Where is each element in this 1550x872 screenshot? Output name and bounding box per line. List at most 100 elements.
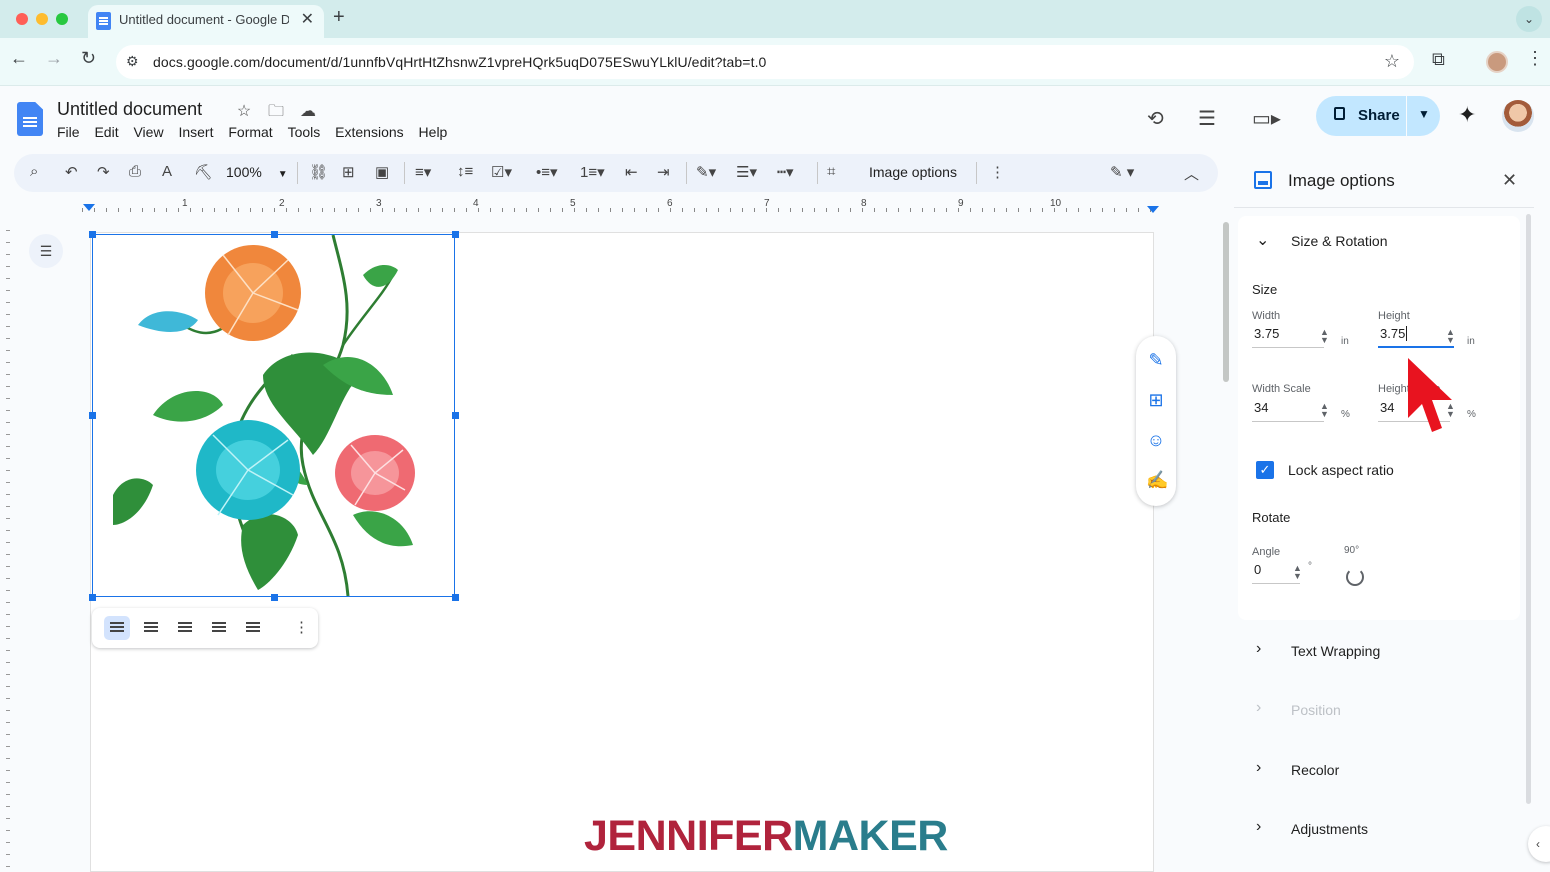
emoji-reaction-icon[interactable]: ☺ (1146, 430, 1166, 450)
add-comment-icon[interactable]: ⊞ (342, 163, 355, 181)
height-input[interactable]: 3.75 (1378, 322, 1454, 348)
close-icon[interactable]: ✕ (1502, 170, 1517, 191)
insert-link-icon[interactable]: ⛓ (309, 163, 328, 181)
text-wrapping-header[interactable]: Text Wrapping (1291, 643, 1380, 659)
resize-handle[interactable] (89, 594, 96, 601)
zoom-select[interactable]: 100% ▼ (226, 164, 288, 180)
border-dash-icon[interactable]: ┅▾ (777, 163, 794, 181)
browser-profile-avatar[interactable] (1486, 51, 1508, 73)
line-spacing-icon[interactable]: ↕≡ (457, 163, 473, 180)
document-outline-icon[interactable]: ☰ (29, 234, 63, 268)
selected-image[interactable] (89, 231, 459, 601)
width-scale-input[interactable]: 34 (1252, 396, 1324, 422)
decrease-indent-icon[interactable]: ⇤ (625, 163, 638, 181)
share-button[interactable]: Share ▼ (1316, 96, 1440, 136)
adjustments-header[interactable]: Adjustments (1291, 821, 1368, 837)
search-menus-icon[interactable]: ⌕ (30, 163, 38, 180)
reload-icon[interactable]: ↻ (81, 48, 96, 69)
menu-insert[interactable]: Insert (178, 124, 213, 140)
redo-icon[interactable]: ↷ (97, 163, 110, 181)
chevron-right-icon[interactable]: › (1256, 818, 1261, 836)
move-folder-icon[interactable]: 🗀 (260, 100, 292, 127)
print-icon[interactable]: ⎙ (129, 163, 141, 180)
spellcheck-icon[interactable]: A (162, 163, 172, 180)
forward-icon[interactable]: → (45, 48, 63, 69)
back-icon[interactable]: ← (10, 48, 28, 69)
hide-menus-chevron-icon[interactable]: ︿ (1184, 163, 1199, 184)
menu-view[interactable]: View (133, 124, 163, 140)
resize-handle[interactable] (452, 412, 459, 419)
break-text-button[interactable] (172, 616, 198, 640)
extensions-puzzle-icon[interactable]: ⧉ (1432, 49, 1445, 70)
right-indent-marker[interactable] (1147, 206, 1159, 213)
wrap-inline-button[interactable] (104, 616, 130, 640)
menu-extensions[interactable]: Extensions (335, 124, 403, 140)
width-input[interactable]: 3.75 (1252, 322, 1324, 348)
help-me-create-icon[interactable]: ✎ (1146, 350, 1166, 370)
browser-tab[interactable]: Untitled document - Google Docs ✕ (88, 5, 324, 38)
increase-indent-icon[interactable]: ⇥ (657, 163, 670, 181)
maximize-window-button[interactable] (56, 13, 68, 25)
more-image-options-icon[interactable]: ⋮ (294, 618, 309, 636)
star-icon[interactable]: ☆ (228, 101, 260, 121)
account-avatar[interactable] (1502, 100, 1534, 132)
lock-aspect-ratio-label[interactable]: Lock aspect ratio (1288, 462, 1394, 478)
more-options-icon[interactable]: ⋮ (990, 163, 1005, 181)
tab-search-button[interactable]: ⌄ (1516, 6, 1542, 32)
bulleted-list-icon[interactable]: •≡▾ (536, 163, 558, 181)
image-options-button[interactable]: Image options (869, 164, 957, 180)
crop-icon[interactable]: ⌗ (827, 163, 835, 180)
version-history-icon[interactable]: ⟲ (1147, 106, 1164, 131)
chevron-right-icon[interactable]: › (1256, 640, 1261, 658)
menu-format[interactable]: Format (228, 124, 272, 140)
recolor-header[interactable]: Recolor (1291, 762, 1339, 778)
menu-file[interactable]: File (57, 124, 80, 140)
minimize-window-button[interactable] (36, 13, 48, 25)
document-title[interactable]: Untitled document (57, 99, 202, 120)
height-stepper[interactable]: ▲ ▼ (1446, 328, 1455, 345)
menu-edit[interactable]: Edit (94, 124, 118, 140)
numbered-list-icon[interactable]: 1≡▾ (580, 163, 605, 181)
browser-menu-icon[interactable]: ⋮ (1526, 48, 1544, 69)
resize-handle[interactable] (271, 594, 278, 601)
bookmark-star-icon[interactable]: ☆ (1384, 51, 1400, 72)
left-indent-marker[interactable] (83, 204, 95, 211)
vertical-ruler[interactable] (0, 230, 12, 872)
panel-scrollbar[interactable] (1526, 214, 1531, 804)
resize-handle[interactable] (271, 231, 278, 238)
menu-tools[interactable]: Tools (288, 124, 321, 140)
comments-icon[interactable]: ☰ (1198, 106, 1216, 131)
border-color-icon[interactable]: ✎▾ (696, 163, 716, 181)
resize-handle[interactable] (89, 231, 96, 238)
resize-handle[interactable] (452, 231, 459, 238)
tab-close-icon[interactable]: ✕ (301, 9, 314, 29)
width-scale-stepper[interactable]: ▲ ▼ (1320, 402, 1329, 419)
border-weight-icon[interactable]: ☰▾ (736, 163, 757, 181)
in-front-of-text-button[interactable] (240, 616, 266, 640)
share-dropdown-icon[interactable]: ▼ (1418, 107, 1430, 121)
add-comment-icon[interactable]: ⊞ (1146, 390, 1166, 410)
rotate-90-icon[interactable] (1346, 568, 1364, 586)
undo-icon[interactable]: ↶ (65, 163, 78, 181)
resize-handle[interactable] (452, 594, 459, 601)
suggest-edits-icon[interactable]: ✍ (1146, 470, 1168, 490)
behind-text-button[interactable] (206, 616, 232, 640)
url-bar[interactable]: ⚙ docs.google.com/document/d/1unnfbVqHrt… (116, 45, 1414, 79)
chevron-right-icon[interactable]: › (1256, 759, 1261, 777)
width-stepper[interactable]: ▲ ▼ (1320, 328, 1329, 345)
resize-handle[interactable] (89, 412, 96, 419)
site-info-icon[interactable]: ⚙ (126, 53, 139, 70)
lock-aspect-ratio-checkbox[interactable]: ✓ (1256, 461, 1274, 479)
new-tab-button[interactable]: + (333, 6, 345, 29)
angle-stepper[interactable]: ▲ ▼ (1293, 564, 1302, 581)
paint-format-icon[interactable]: ⛏ (194, 163, 213, 181)
document-scrollbar[interactable] (1223, 222, 1229, 382)
docs-logo-icon[interactable] (17, 102, 43, 136)
cloud-status-icon[interactable]: ☁ (292, 101, 324, 121)
insert-image-icon[interactable]: ▣ (375, 163, 389, 181)
close-window-button[interactable] (16, 13, 28, 25)
wrap-text-button[interactable] (138, 616, 164, 640)
horizontal-ruler[interactable] (82, 198, 1162, 216)
editing-mode-icon[interactable]: ✎ ▾ (1110, 163, 1134, 181)
gemini-sparkle-icon[interactable]: ✦ (1458, 102, 1476, 128)
